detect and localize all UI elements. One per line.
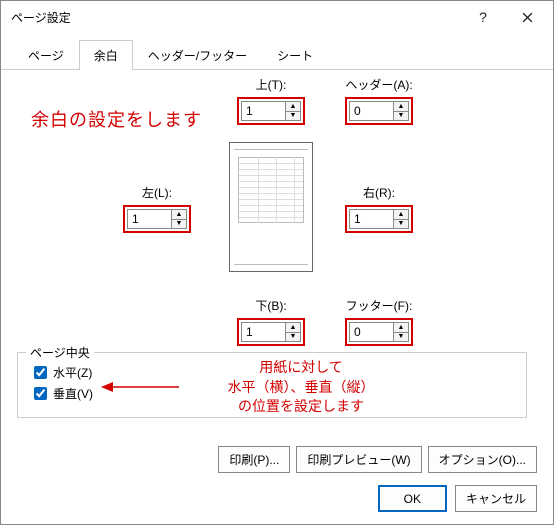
close-button[interactable] — [505, 3, 549, 31]
tab-margins[interactable]: 余白 — [79, 40, 133, 70]
center-vertical-label: 垂直(V) — [53, 385, 93, 402]
ok-button[interactable]: OK — [378, 485, 447, 512]
header-margin-up[interactable]: ▲ — [394, 102, 408, 112]
center-vertical-checkbox[interactable] — [34, 387, 47, 400]
tab-page[interactable]: ページ — [13, 40, 79, 70]
footer-margin-down[interactable]: ▼ — [394, 333, 408, 342]
left-margin-down[interactable]: ▼ — [172, 220, 186, 229]
print-button[interactable]: 印刷(P)... — [218, 446, 290, 473]
center-group-label: ページ中央 — [26, 344, 94, 361]
annotation-arrow-icon — [101, 380, 181, 394]
header-margin-input[interactable] — [349, 101, 393, 121]
bottom-margin-up[interactable]: ▲ — [286, 323, 300, 333]
center-horizontal-label: 水平(Z) — [53, 364, 92, 381]
left-margin-up[interactable]: ▲ — [172, 210, 186, 220]
footer-margin-up[interactable]: ▲ — [394, 323, 408, 333]
cancel-button[interactable]: キャンセル — [455, 485, 537, 512]
top-margin-up[interactable]: ▲ — [286, 102, 300, 112]
footer-margin-label: フッター(F): — [345, 297, 413, 314]
right-margin-label: 右(R): — [345, 184, 413, 201]
dialog-title: ページ設定 — [11, 9, 461, 26]
right-margin-down[interactable]: ▼ — [394, 220, 408, 229]
right-margin-input[interactable] — [349, 209, 393, 229]
right-margin-up[interactable]: ▲ — [394, 210, 408, 220]
top-margin-down[interactable]: ▼ — [286, 112, 300, 121]
top-margin-label: 上(T): — [237, 76, 305, 93]
header-margin-label: ヘッダー(A): — [345, 76, 413, 93]
annotation-center: 用紙に対して 水平（横）、垂直（縦） の位置を設定します — [191, 358, 411, 417]
bottom-margin-down[interactable]: ▼ — [286, 333, 300, 342]
left-margin-label: 左(L): — [123, 184, 191, 201]
center-horizontal-checkbox[interactable] — [34, 366, 47, 379]
print-preview-button[interactable]: 印刷プレビュー(W) — [296, 446, 421, 473]
help-button[interactable]: ? — [461, 3, 505, 31]
tab-strip: ページ 余白 ヘッダー/フッター シート — [1, 33, 553, 70]
options-button[interactable]: オプション(O)... — [428, 446, 537, 473]
footer-margin-input[interactable] — [349, 322, 393, 342]
annotation-margins: 余白の設定をします — [31, 106, 202, 132]
page-preview — [229, 142, 313, 272]
left-margin-input[interactable] — [127, 209, 171, 229]
top-margin-input[interactable] — [241, 101, 285, 121]
header-margin-down[interactable]: ▼ — [394, 112, 408, 121]
close-icon — [522, 12, 533, 23]
bottom-margin-input[interactable] — [241, 322, 285, 342]
tab-header-footer[interactable]: ヘッダー/フッター — [133, 40, 262, 70]
bottom-margin-label: 下(B): — [237, 297, 305, 314]
tab-sheet[interactable]: シート — [262, 40, 328, 70]
